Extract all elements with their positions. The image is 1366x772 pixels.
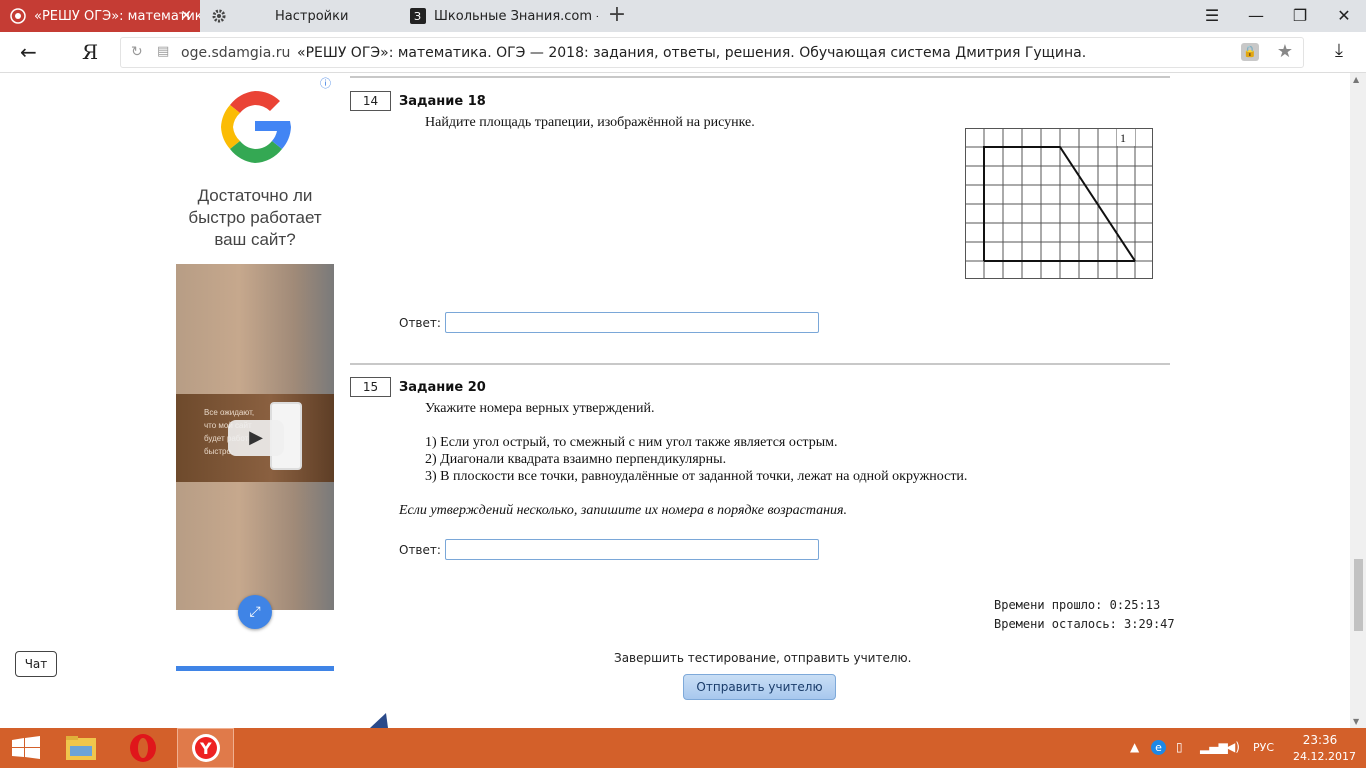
tab-reshu-oge[interactable]: «РЕШУ ОГЭ»: математика ✕	[0, 0, 200, 32]
opera-icon[interactable]	[116, 728, 170, 768]
tray-expand-icon[interactable]: ▲	[1130, 740, 1139, 754]
clock-time[interactable]: 23:36	[1300, 733, 1340, 747]
google-logo-icon	[221, 90, 291, 163]
file-explorer-icon[interactable]	[56, 728, 110, 768]
reload-icon[interactable]: ↻	[131, 44, 143, 60]
tab-znania[interactable]: З Школьные Знания.com - Ре	[400, 0, 598, 32]
url-page-title: «РЕШУ ОГЭ»: математика. ОГЭ — 2018: зада…	[297, 45, 1087, 61]
windows-start-icon[interactable]	[0, 728, 54, 768]
sdamgia-favicon-icon	[10, 8, 26, 24]
bookmark-star-icon[interactable]: ★	[1277, 41, 1293, 62]
page-content: ⓘ Достаточно ли быстро работает ваш сайт…	[0, 73, 1350, 728]
send-to-teacher-button[interactable]: Отправить учителю	[683, 674, 836, 700]
statement: 2) Диагонали квадрата взаимно перпендику…	[425, 452, 727, 467]
answer-input-task-14[interactable]	[445, 312, 819, 333]
ad-image	[176, 264, 334, 394]
close-window-icon[interactable]: ✕	[1332, 5, 1356, 27]
close-tab-icon[interactable]: ✕	[180, 8, 192, 24]
cursor-arrow-icon	[370, 713, 388, 728]
svg-text:Y: Y	[199, 739, 212, 758]
vertical-scrollbar[interactable]: ▲ ▼	[1350, 73, 1366, 728]
answer-input-task-15[interactable]	[445, 539, 819, 560]
back-arrow-icon[interactable]: ←	[20, 40, 37, 64]
restore-icon[interactable]: ❐	[1288, 5, 1312, 27]
lock-icon[interactable]: 🔒	[1241, 43, 1259, 61]
google-ad[interactable]: ⓘ Достаточно ли быстро работает ваш сайт…	[176, 73, 334, 671]
scroll-down-icon[interactable]: ▼	[1353, 717, 1359, 726]
timer-elapsed: Времени прошло: 0:25:13	[994, 598, 1161, 612]
divider	[350, 363, 1170, 365]
tab-settings[interactable]: Настройки	[201, 0, 399, 32]
scroll-thumb[interactable]	[1354, 559, 1363, 631]
statement: 1) Если угол острый, то смежный с ним уг…	[425, 435, 838, 450]
svg-text:З: З	[414, 10, 421, 23]
answer-label: Ответ:	[399, 316, 441, 330]
page-icon: ▤	[157, 44, 170, 59]
address-bar: ← Я ↻ ▤ oge.sdamgia.ru «РЕШУ ОГЭ»: матем…	[0, 32, 1366, 73]
task-question: Укажите номера верных утверждений.	[425, 401, 655, 416]
scroll-up-icon[interactable]: ▲	[1353, 75, 1359, 84]
minimize-icon[interactable]: —	[1244, 5, 1268, 27]
answer-label: Ответ:	[399, 543, 441, 557]
statement: 3) В плоскости все точки, равноудалённые…	[425, 469, 968, 484]
tab-label: Школьные Знания.com - Ре	[434, 8, 598, 24]
ad-headline: Достаточно ли быстро работает ваш сайт?	[188, 186, 322, 249]
tab-label: Настройки	[275, 8, 349, 24]
ad-progress-bar	[176, 666, 334, 671]
ie-icon[interactable]: e	[1151, 740, 1166, 755]
task-title: Задание 18	[399, 94, 486, 109]
tab-label: «РЕШУ ОГЭ»: математика	[34, 8, 200, 24]
grid-scale-label: 1	[1120, 131, 1126, 145]
yandex-button[interactable]: Я	[82, 40, 98, 64]
chat-button[interactable]: Чат	[15, 651, 57, 677]
menu-icon[interactable]: ☰	[1200, 5, 1224, 27]
gear-icon	[212, 9, 226, 23]
tab-bar: «РЕШУ ОГЭ»: математика ✕ Настройки З Шко…	[0, 0, 1366, 32]
trapezoid-grid-figure	[965, 128, 1153, 279]
clock-date[interactable]: 24.12.2017	[1293, 750, 1356, 763]
language-indicator[interactable]: РУС	[1253, 741, 1274, 754]
task-number: 15	[350, 377, 391, 397]
yandex-browser-icon[interactable]: Y	[177, 728, 234, 768]
task-question: Найдите площадь трапеции, изображённой н…	[425, 115, 755, 130]
task-number: 14	[350, 91, 391, 111]
divider	[350, 76, 1170, 78]
network-icon[interactable]: ▂▄▆	[1200, 740, 1228, 754]
device-icon[interactable]: ▯	[1176, 740, 1183, 754]
new-tab-button[interactable]: +	[606, 4, 628, 26]
ad-video[interactable]: Все ожидают, что мой сайт будет работать…	[176, 394, 334, 482]
finish-text: Завершить тестирование, отправить учител…	[614, 651, 912, 665]
volume-icon[interactable]: ◀)	[1226, 740, 1240, 754]
download-icon[interactable]: ⤓	[1335, 40, 1343, 61]
play-icon[interactable]: ▶	[228, 420, 284, 456]
ad-image	[176, 482, 334, 610]
znania-favicon-icon: З	[410, 8, 426, 24]
task-title: Задание 20	[399, 380, 486, 395]
expand-icon[interactable]: ⤢	[238, 595, 272, 629]
task-note: Если утверждений несколько, запишите их …	[399, 503, 848, 518]
url-field[interactable]: ↻ ▤ oge.sdamgia.ru «РЕШУ ОГЭ»: математик…	[120, 37, 1304, 68]
timer-remaining: Времени осталось: 3:29:47	[994, 617, 1175, 631]
url-domain: oge.sdamgia.ru	[181, 45, 291, 61]
taskbar: Y ▲ e ▯ ▂▄▆ ◀) РУС 23:36 24.12.2017	[0, 728, 1366, 768]
ad-info-icon[interactable]: ⓘ	[320, 75, 331, 91]
